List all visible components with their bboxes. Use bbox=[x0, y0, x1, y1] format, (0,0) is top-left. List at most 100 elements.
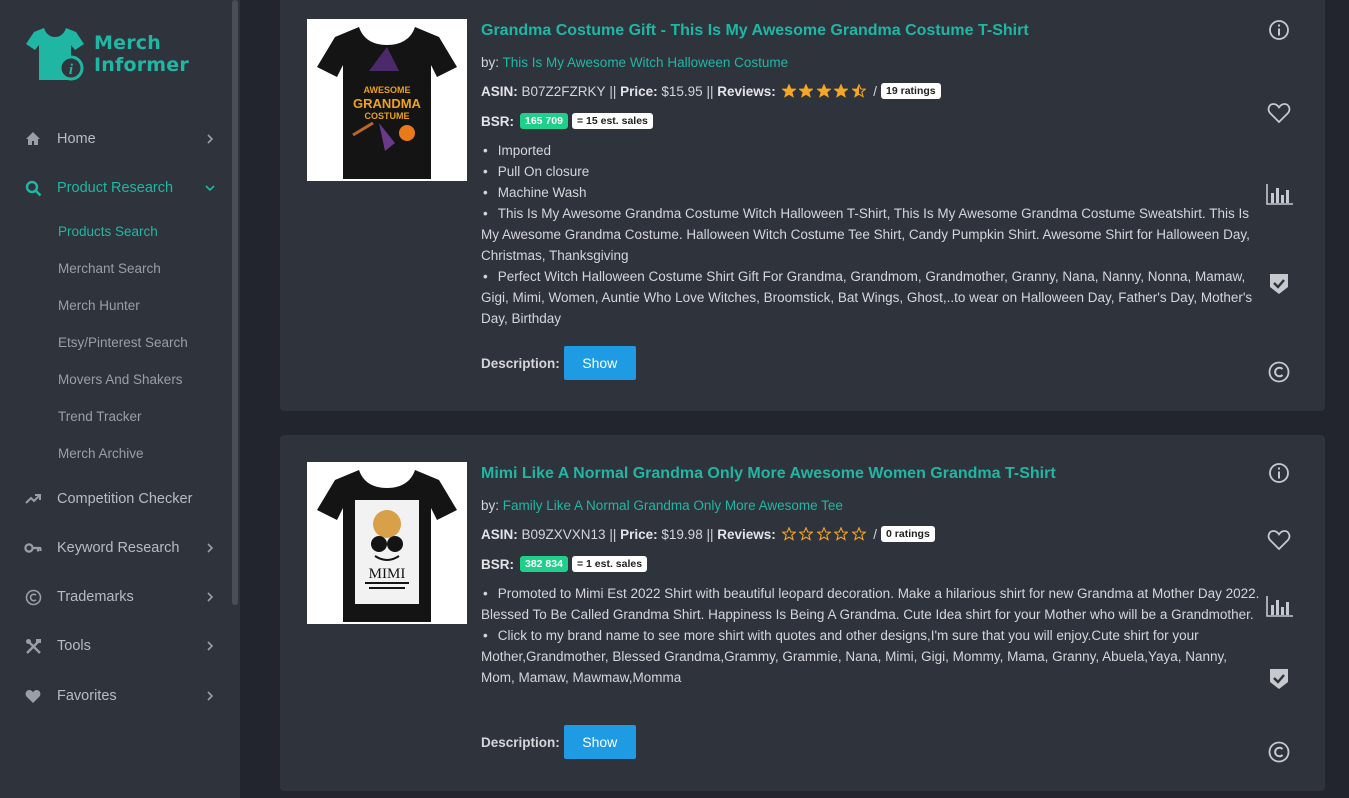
key-icon bbox=[24, 539, 42, 557]
sidebar-subitem-merch-hunter[interactable]: Merch Hunter bbox=[58, 298, 140, 313]
sidebar-item-keyword-research[interactable]: Keyword Research bbox=[0, 534, 231, 562]
sidebar-item-label: Competition Checker bbox=[57, 491, 193, 507]
show-description-button[interactable]: Show bbox=[563, 346, 636, 380]
heart-outline-icon[interactable] bbox=[1267, 528, 1291, 552]
sidebar-item-label: Favorites bbox=[57, 688, 117, 704]
star-icon bbox=[799, 527, 814, 541]
star-icon bbox=[781, 84, 796, 98]
product-image[interactable]: MIMI bbox=[307, 462, 467, 624]
tshirt-logo-icon: i bbox=[26, 28, 84, 81]
separator: || bbox=[706, 83, 714, 99]
by-label: by: bbox=[481, 55, 500, 70]
price-value: $15.95 bbox=[661, 83, 703, 99]
star-icon bbox=[834, 84, 849, 98]
brand-link[interactable]: Family Like A Normal Grandma Only More A… bbox=[503, 498, 843, 513]
est-sales-badge: = 1 est. sales bbox=[571, 556, 648, 572]
reviews-label: Reviews: bbox=[717, 526, 776, 542]
merch-informer-logo[interactable]: i Merch Informer bbox=[26, 26, 196, 86]
price-label: Price: bbox=[620, 83, 658, 99]
sidebar-scroll-thumb[interactable] bbox=[232, 0, 238, 605]
description-label: Description: bbox=[481, 734, 560, 750]
bullet-list: Imported Pull On closure Machine Wash Th… bbox=[481, 140, 1261, 329]
image-text-line: COSTUME bbox=[365, 111, 410, 121]
star-icon bbox=[816, 84, 831, 98]
sidebar-subitem-merch-archive[interactable]: Merch Archive bbox=[58, 446, 144, 461]
sidebar-item-home[interactable]: Home bbox=[0, 125, 231, 153]
reviews-label: Reviews: bbox=[717, 83, 776, 99]
bsr-label: BSR: bbox=[481, 556, 514, 572]
rating-stars bbox=[781, 527, 870, 541]
chevron-right-icon bbox=[207, 543, 214, 553]
product-title-link[interactable]: Grandma Costume Gift - This Is My Awesom… bbox=[481, 22, 1029, 40]
sidebar-item-label: Trademarks bbox=[57, 589, 134, 605]
list-item: Click to my brand name to see more shirt… bbox=[481, 625, 1261, 688]
copyright-icon[interactable] bbox=[1267, 360, 1291, 384]
shield-check-icon[interactable] bbox=[1267, 667, 1291, 691]
sidebar-item-competition-checker[interactable]: Competition Checker bbox=[0, 485, 231, 513]
separator: / bbox=[873, 526, 878, 542]
asin-label: ASIN: bbox=[481, 526, 518, 542]
copyright-icon[interactable] bbox=[1267, 740, 1291, 764]
image-text-line: GRANDMA bbox=[353, 96, 421, 111]
heart-icon bbox=[24, 687, 42, 705]
product-byline: by: Family Like A Normal Grandma Only Mo… bbox=[481, 498, 843, 513]
list-item: Machine Wash bbox=[481, 182, 1261, 203]
info-icon[interactable] bbox=[1267, 18, 1291, 42]
list-item: Pull On closure bbox=[481, 161, 1261, 182]
product-meta: ASIN: B07Z2FZRKY || Price: $15.95 || Rev… bbox=[481, 83, 941, 99]
bullet-list: Promoted to Mimi Est 2022 Shirt with bea… bbox=[481, 583, 1261, 688]
sidebar-item-trademarks[interactable]: Trademarks bbox=[0, 583, 231, 611]
star-icon bbox=[851, 84, 866, 98]
star-icon bbox=[816, 527, 831, 541]
separator: || bbox=[609, 526, 617, 542]
list-item: Promoted to Mimi Est 2022 Shirt with bea… bbox=[481, 583, 1261, 625]
sidebar-subitem-trend-tracker[interactable]: Trend Tracker bbox=[58, 409, 142, 424]
bar-chart-icon[interactable] bbox=[1265, 182, 1295, 206]
ratings-count-badge: 0 ratings bbox=[881, 526, 935, 542]
sidebar: i Merch Informer Home Product Research P… bbox=[0, 0, 240, 798]
shield-check-icon[interactable] bbox=[1267, 272, 1291, 296]
asin-label: ASIN: bbox=[481, 83, 518, 99]
search-icon bbox=[24, 179, 42, 197]
rating-stars bbox=[781, 84, 870, 98]
trending-up-icon bbox=[24, 490, 42, 508]
star-icon bbox=[781, 527, 796, 541]
copyright-icon bbox=[24, 588, 42, 606]
star-icon bbox=[851, 527, 866, 541]
heart-outline-icon[interactable] bbox=[1267, 101, 1291, 125]
sidebar-subitem-merchant-search[interactable]: Merchant Search bbox=[58, 261, 161, 276]
sidebar-item-tools[interactable]: Tools bbox=[0, 632, 231, 660]
price-label: Price: bbox=[620, 526, 658, 542]
product-image[interactable]: AWESOME GRANDMA COSTUME bbox=[307, 19, 467, 181]
sidebar-item-label: Home bbox=[57, 131, 96, 147]
by-label: by: bbox=[481, 498, 500, 513]
bsr-row: BSR: 165 709 = 15 est. sales bbox=[481, 113, 653, 129]
product-title-link[interactable]: Mimi Like A Normal Grandma Only More Awe… bbox=[481, 465, 1056, 483]
sidebar-scrollbar[interactable] bbox=[231, 0, 239, 798]
sidebar-subitem-movers-and-shakers[interactable]: Movers And Shakers bbox=[58, 372, 183, 387]
brand-link[interactable]: This Is My Awesome Witch Halloween Costu… bbox=[503, 55, 789, 70]
description-row: Description: Show bbox=[481, 346, 636, 380]
bar-chart-icon[interactable] bbox=[1265, 594, 1295, 618]
product-byline: by: This Is My Awesome Witch Halloween C… bbox=[481, 55, 788, 70]
product-meta: ASIN: B09ZXVXN13 || Price: $19.98 || Rev… bbox=[481, 526, 935, 542]
star-icon bbox=[834, 527, 849, 541]
image-text-line: MIMI bbox=[369, 566, 406, 582]
star-icon bbox=[799, 84, 814, 98]
chevron-right-icon bbox=[207, 592, 214, 602]
image-text-line: AWESOME bbox=[363, 85, 410, 95]
sidebar-item-favorites[interactable]: Favorites bbox=[0, 682, 231, 710]
sidebar-subitem-etsy-pinterest-search[interactable]: Etsy/Pinterest Search bbox=[58, 335, 188, 350]
bsr-badge: 382 834 bbox=[520, 556, 568, 572]
sidebar-subitem-products-search[interactable]: Products Search bbox=[58, 224, 158, 239]
price-value: $19.98 bbox=[661, 526, 703, 542]
sidebar-item-product-research[interactable]: Product Research bbox=[0, 174, 231, 202]
asin-value: B07Z2FZRKY bbox=[521, 83, 606, 99]
show-description-button[interactable]: Show bbox=[563, 725, 636, 759]
logo-text-line2: Informer bbox=[94, 54, 189, 76]
product-card: MIMI Mimi Like A Normal Grandma Only Mor… bbox=[280, 435, 1325, 791]
tools-icon bbox=[24, 637, 42, 655]
info-icon[interactable] bbox=[1267, 461, 1291, 485]
asin-value: B09ZXVXN13 bbox=[521, 526, 606, 542]
chevron-right-icon bbox=[207, 691, 214, 701]
